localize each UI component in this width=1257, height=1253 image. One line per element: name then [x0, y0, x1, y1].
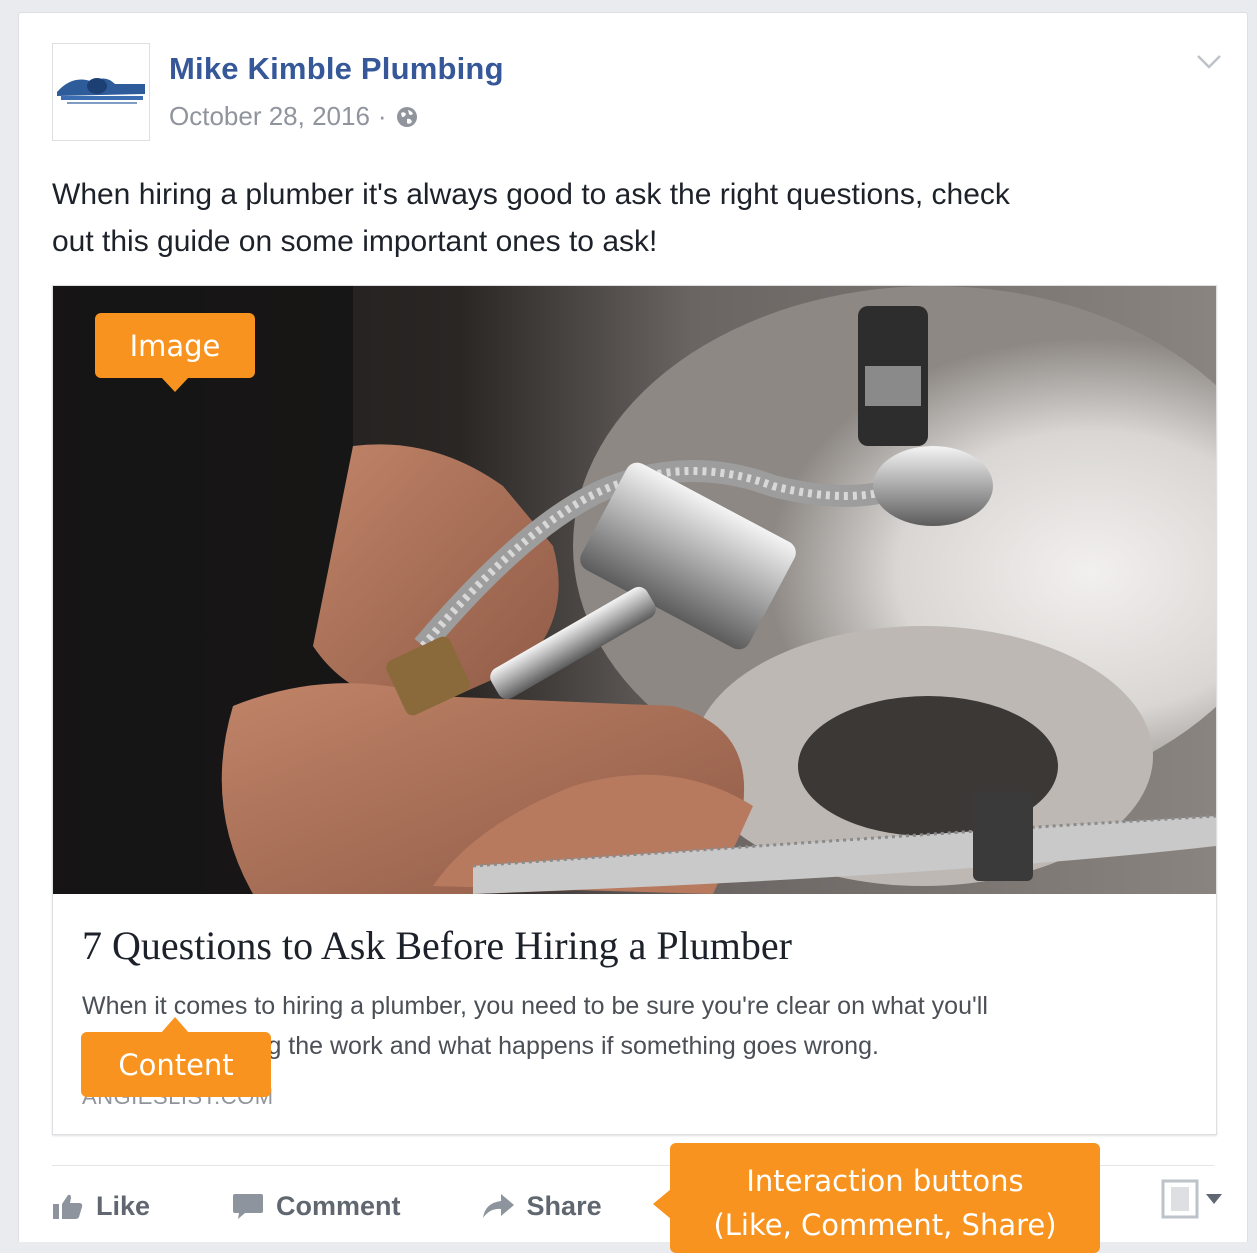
image-callout: Image — [95, 313, 255, 392]
post-date[interactable]: October 28, 2016 — [169, 101, 370, 132]
link-description-line-1: When it comes to hiring a plumber, you n… — [82, 992, 988, 1020]
chevron-down-icon[interactable] — [1195, 53, 1223, 71]
interaction-callout-text: Interaction buttons (Like, Comment, Shar… — [713, 1159, 1056, 1247]
comment-bubble-icon — [233, 1194, 264, 1219]
comment-button[interactable]: Comment — [232, 1191, 401, 1222]
link-title[interactable]: 7 Questions to Ask Before Hiring a Plumb… — [82, 922, 792, 969]
content-callout-label: Content — [118, 1047, 234, 1082]
interaction-callout-line-2: (Like, Comment, Share) — [713, 1208, 1057, 1242]
share-button[interactable]: Share — [481, 1191, 602, 1222]
link-preview-card[interactable]: 7 Questions to Ask Before Hiring a Plumb… — [52, 285, 1217, 1135]
page-name-link[interactable]: Mike Kimble Plumbing — [169, 51, 504, 87]
action-bar: Like Comment Share — [52, 1181, 602, 1231]
interaction-callout: Interaction buttons (Like, Comment, Shar… — [653, 1143, 1100, 1253]
meta-separator: · — [377, 101, 387, 131]
comment-label: Comment — [276, 1190, 401, 1221]
like-button[interactable]: Like — [52, 1191, 150, 1222]
share-label: Share — [526, 1190, 602, 1221]
globe-icon[interactable] — [395, 105, 419, 129]
post-message-line-1: When hiring a plumber it's always good t… — [52, 178, 1010, 211]
share-arrow-icon — [482, 1194, 514, 1218]
image-callout-label: Image — [129, 328, 221, 363]
content-callout: Content — [81, 1017, 271, 1097]
post-message: When hiring a plumber it's always good t… — [52, 171, 1212, 265]
company-logo-icon — [53, 44, 149, 140]
thumbs-up-icon — [53, 1194, 83, 1219]
interaction-callout-line-1: Interaction buttons — [746, 1164, 1024, 1198]
post-meta: October 28, 2016 · — [169, 101, 419, 132]
save-control[interactable] — [1161, 1179, 1223, 1219]
bookmark-icon — [1161, 1179, 1199, 1219]
like-label: Like — [96, 1190, 151, 1221]
caret-down-icon — [1206, 1194, 1222, 1204]
post-message-line-2: out this guide on some important ones to… — [52, 225, 658, 258]
page-avatar[interactable] — [52, 43, 150, 141]
